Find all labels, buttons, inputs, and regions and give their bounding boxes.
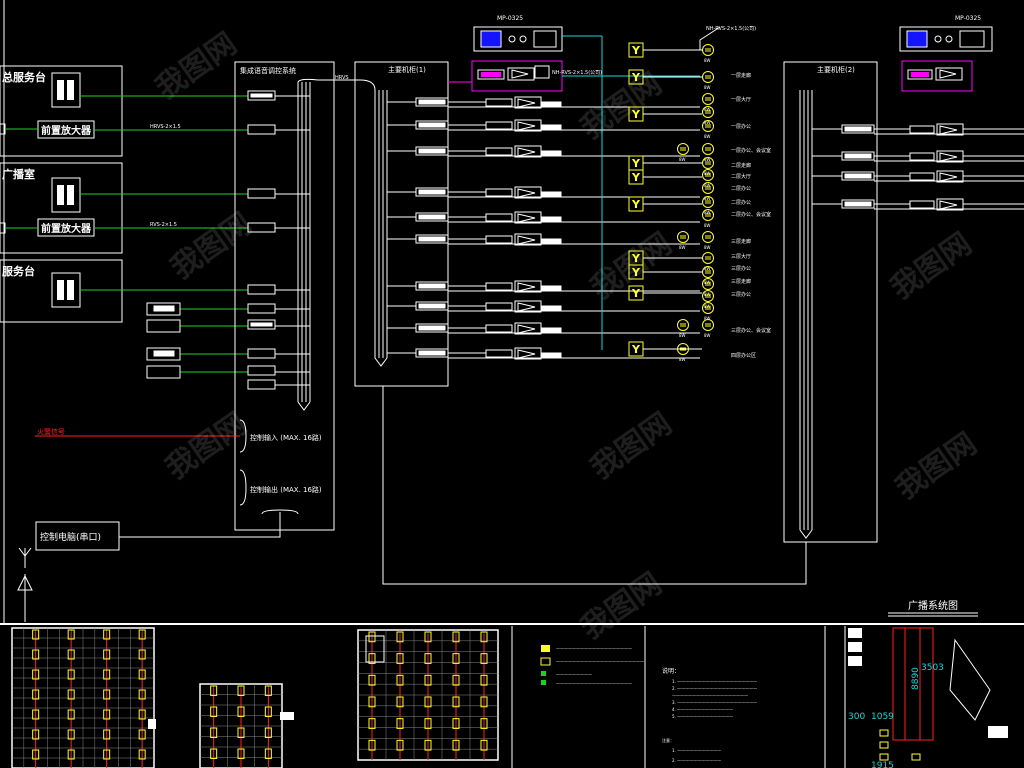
control-output-label: 控制输出 (MAX. 16路) [250, 485, 322, 494]
svg-text:2. ———————————: 2. ——————————— [672, 758, 721, 763]
cable-label-a: HRVS-2×1.5 [150, 124, 181, 130]
zone-label: 三层办公 [731, 291, 751, 298]
zone-label: 三层办公 [731, 265, 751, 272]
broadcast-diagram-title: 广播系统图 [908, 599, 958, 612]
broadcast-room-label: 广播室 [2, 167, 35, 181]
legend-notes: 说明： [662, 667, 680, 675]
svg-text:8W: 8W [704, 333, 711, 338]
zone-label: 三层大厅 [731, 253, 751, 260]
central-system-title: 集成语音调控系统 [240, 66, 296, 75]
zone-label: 三层走廊 [731, 238, 751, 245]
control-input-label: 控制输入 (MAX. 16路) [250, 433, 322, 442]
zone-label: 三层办公、会议室 [731, 327, 771, 334]
rack-2-title: 主要机柜(2) [817, 65, 855, 74]
zone-label: 二层办公 [731, 185, 751, 192]
svg-text:HRVS: HRVS [335, 75, 349, 81]
preamp-2-label: 前置放大器 [41, 222, 92, 235]
svg-text:1. ———————————: 1. ——————————— [672, 748, 721, 753]
svg-text:2. ————————————————————: 2. ———————————————————— [672, 686, 757, 691]
svg-text:8W: 8W [704, 58, 711, 63]
service-desk-3-label: 服务台 [2, 264, 35, 278]
svg-text:5. ——————————————: 5. —————————————— [672, 714, 733, 719]
fire-signal-label: 火警信号 [37, 427, 65, 436]
zone-label: 一层大厅 [731, 96, 751, 103]
zone-label: 一层办公、会议室 [731, 147, 771, 154]
zone-label: 一层办公 [731, 123, 751, 130]
y-switch-letter: Y [631, 343, 641, 356]
zone-label: 二层大厅 [731, 173, 751, 180]
svg-text:8W: 8W [679, 333, 686, 338]
dimension-3503: 3503 [921, 663, 944, 673]
zone-label: 三层走廊 [731, 278, 751, 285]
svg-text:8W: 8W [679, 245, 686, 250]
y-switch-letter: Y [631, 44, 641, 57]
y-switch-letter: Y [631, 287, 641, 300]
dimension-8890: 8890 [911, 667, 921, 690]
svg-text:8W: 8W [704, 85, 711, 90]
svg-text:8W: 8W [704, 134, 711, 139]
svg-text:4. ——————————————: 4. —————————————— [672, 707, 733, 712]
y-switch-letter: Y [631, 157, 641, 170]
control-pc-label: 控制电脑(串口) [40, 531, 101, 543]
svg-text:3. ————————————————————: 3. ———————————————————— [672, 700, 757, 705]
cable-label-b: RVS-2×1.5 [150, 222, 177, 228]
svg-text:——————————————————————: —————————————————————— [556, 659, 644, 664]
svg-text:8W: 8W [679, 157, 686, 162]
dimension-300: 300 [848, 712, 865, 722]
svg-text:1. ————————————————————: 1. ———————————————————— [672, 679, 757, 684]
mp-left-label: MP-0325 [497, 15, 523, 22]
zone-label: 二层办公 [731, 199, 751, 206]
svg-text:———————————————————: ——————————————————— [556, 681, 632, 686]
y-switch-letter: Y [631, 198, 641, 211]
broadcast-system-diagram: 总服务台 广播室 服务台 前置放大器 前置放大器 HRVS-2×1.5 RVS-… [0, 0, 1024, 768]
zone-label: 四层办公区 [731, 352, 756, 359]
y-switch-letter: Y [631, 171, 641, 184]
dimension-1059: 1059 [871, 712, 894, 722]
preamp-1-label: 前置放大器 [41, 124, 92, 137]
svg-text:8W: 8W [704, 245, 711, 250]
svg-text:———————————————————: ——————————————————— [672, 693, 748, 698]
svg-text:—————————: ————————— [556, 672, 592, 677]
rack-1-title: 主要机柜(1) [388, 65, 426, 74]
svg-text:注意：: 注意： [662, 737, 674, 743]
service-desk-1-label: 总服务台 [2, 70, 46, 84]
mp-right-label: MP-0325 [955, 15, 981, 22]
zone-label: 二层走廊 [731, 162, 751, 169]
svg-text:8W: 8W [679, 357, 686, 362]
dimension-1915: 1915 [871, 761, 894, 768]
svg-text:8W: 8W [704, 223, 711, 228]
zone-label: 二层办公、会议室 [731, 211, 771, 218]
zone-label: 一层走廊 [731, 72, 751, 79]
svg-text:NH-RVS-2×1.5(公司): NH-RVS-2×1.5(公司) [552, 70, 602, 76]
